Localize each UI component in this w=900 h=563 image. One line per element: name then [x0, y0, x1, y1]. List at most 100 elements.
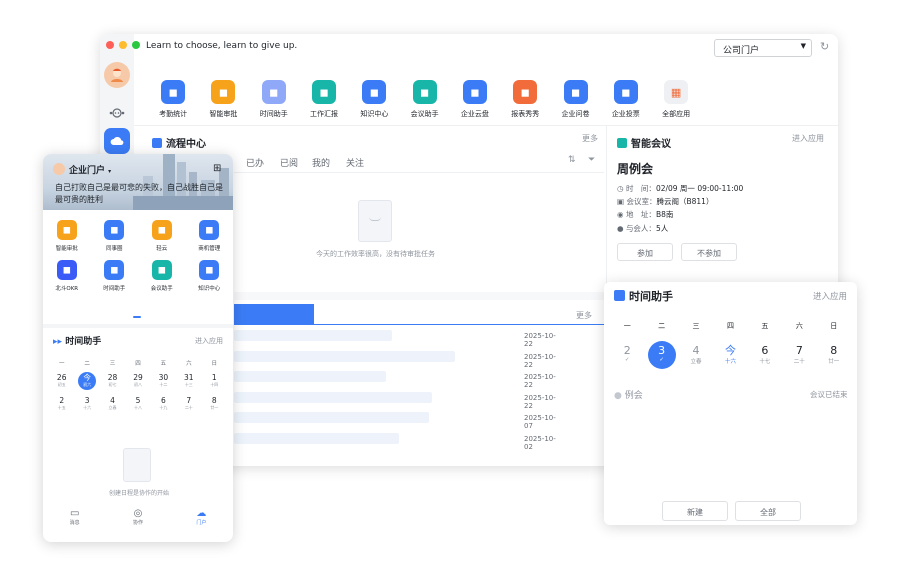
refresh-icon[interactable]: ↻: [820, 40, 829, 53]
portal-select[interactable]: 公司门户 ▼: [714, 39, 812, 57]
main-app-2[interactable]: ◼ 时间助手: [249, 80, 299, 119]
main-app-8[interactable]: ◼ 企业问卷: [550, 80, 600, 119]
calendar-day[interactable]: 28 初七: [100, 372, 125, 390]
mobile-avatar[interactable]: [53, 163, 65, 175]
calendar-day[interactable]: 8 廿一: [817, 341, 851, 369]
calendar-day[interactable]: 2 十五: [49, 395, 74, 413]
tab-read[interactable]: 已阅: [280, 156, 298, 169]
list-active-tab[interactable]: [234, 304, 314, 324]
double-chevron-icon: ▸▸: [53, 337, 63, 347]
calendar-day[interactable]: 5 十八: [125, 395, 150, 413]
portal-cloud-icon[interactable]: [104, 128, 130, 154]
decline-button[interactable]: 不参加: [681, 243, 737, 261]
main-app-10[interactable]: ▦ 全部应用: [651, 80, 701, 119]
calendar-day[interactable]: 7 二十: [176, 395, 201, 413]
weekday-label: 五: [761, 322, 769, 330]
calendar-day[interactable]: 4 立春: [100, 395, 125, 413]
user-avatar[interactable]: [104, 62, 130, 88]
list-more-link[interactable]: 更多: [576, 310, 592, 321]
calendar-day-cell: 2 ✓: [613, 341, 641, 369]
calendar-day[interactable]: 6 十九: [151, 395, 176, 413]
mobile-app-7[interactable]: ◼ 知识中心: [186, 260, 234, 292]
meeting-room-value: 腾云阁（B811）: [656, 197, 714, 207]
meeting-icon: ◼: [412, 80, 437, 104]
all-events-button[interactable]: 全部: [735, 501, 801, 521]
calendar-day[interactable]: 30 十二: [151, 372, 176, 390]
calendar-day[interactable]: 4 立春: [679, 341, 713, 369]
day-number: 今: [724, 344, 736, 357]
mobile-title[interactable]: 企业门户 ▾: [69, 163, 111, 176]
main-app-0[interactable]: ◼ 考勤统计: [148, 80, 198, 119]
calendar-day[interactable]: 6 十七: [748, 341, 782, 369]
list-item[interactable]: [234, 391, 432, 403]
tab-portal-label: 门户: [196, 520, 207, 526]
list-item[interactable]: [234, 412, 429, 423]
panel-enter-link[interactable]: 进入应用: [813, 290, 847, 302]
main-app-6[interactable]: ◼ 企业云盘: [450, 80, 500, 119]
calendar-day[interactable]: 3 十六: [74, 395, 99, 413]
mobile-app-5[interactable]: ◼ 时间助手: [91, 260, 139, 292]
calendar-day[interactable]: 8 廿一: [202, 395, 227, 413]
calendar-day-cell: 31 十三: [180, 372, 198, 390]
main-app-7[interactable]: ◼ 报表秀秀: [500, 80, 550, 119]
mobile-app-3[interactable]: ◼ 商机管理: [186, 220, 234, 252]
list-item[interactable]: [234, 371, 386, 382]
mobile-app-label: 会议助手: [150, 286, 173, 292]
weekday-label: 四: [726, 322, 734, 330]
list-item-date: 2025-10-22: [524, 332, 556, 348]
close-window-button[interactable]: [106, 41, 114, 49]
tab-collaboration[interactable]: ◎ 协作: [106, 504, 169, 542]
mobile-app-4[interactable]: ◼ 北斗OKR: [43, 260, 91, 292]
maximize-window-button[interactable]: [132, 41, 140, 49]
tab-follow[interactable]: 关注: [346, 156, 364, 169]
calendar-day[interactable]: 2 ✓: [610, 341, 644, 369]
minimize-window-button[interactable]: [119, 41, 127, 49]
calendar-day[interactable]: 今十六: [713, 341, 747, 369]
calendar-day[interactable]: 31 十三: [176, 372, 201, 390]
main-app-1[interactable]: ◼ 智能审批: [198, 80, 248, 119]
filter-icon[interactable]: ⏷: [588, 155, 595, 165]
tab-mine[interactable]: 我的: [312, 156, 330, 169]
calendar-day[interactable]: 7 二十: [782, 341, 816, 369]
tab-messages[interactable]: ▭ 消息: [43, 504, 106, 542]
main-app-3[interactable]: ◼ 工作汇报: [299, 80, 349, 119]
weekday-label: 五: [160, 361, 167, 367]
new-event-button[interactable]: 新建: [662, 501, 728, 521]
mobile-app-6[interactable]: ◼ 会议助手: [138, 260, 186, 292]
header-motto: Learn to choose, learn to give up.: [146, 41, 298, 51]
mobile-app-1[interactable]: ◼ 同事圈: [91, 220, 139, 252]
panel-event[interactable]: ● 例会: [614, 388, 643, 401]
weekday-label: 六: [186, 361, 192, 367]
list-item[interactable]: [234, 330, 393, 341]
scan-apps-icon[interactable]: ⊞: [213, 163, 221, 174]
day-number: 28: [107, 373, 118, 382]
calendar-day-cell: 29 初八: [129, 372, 147, 390]
sort-icon[interactable]: ⇅: [568, 155, 576, 165]
mobile-time-enter-link[interactable]: 进入应用: [195, 336, 223, 346]
list-item[interactable]: [234, 350, 456, 362]
calendar-icon: [614, 290, 625, 301]
collaboration-icon[interactable]: [104, 100, 130, 126]
main-app-4[interactable]: ◼ 知识中心: [349, 80, 399, 119]
calendar-day[interactable]: 3 ✓: [644, 341, 678, 369]
calendar-day[interactable]: 29 初八: [125, 372, 150, 390]
calendar-day[interactable]: 今初六: [74, 372, 99, 390]
tab-done[interactable]: 已办: [246, 156, 264, 169]
day-number: 6: [761, 344, 769, 357]
main-app-5[interactable]: ◼ 会议助手: [399, 80, 449, 119]
join-button[interactable]: 参加: [617, 243, 673, 261]
meeting-enter-link[interactable]: 进入应用: [792, 133, 824, 144]
calendar-day[interactable]: 26 初五: [49, 372, 74, 390]
weekday-label: 三: [692, 322, 700, 330]
list-item[interactable]: [234, 432, 399, 444]
mobile-app-0[interactable]: ◼ 智能审批: [43, 220, 91, 252]
mobile-app-label: 商机管理: [198, 246, 221, 252]
panel-event-status: 会议已结束: [810, 390, 848, 399]
list-tab-underline: [234, 324, 604, 325]
main-app-9[interactable]: ◼ 企业投票: [601, 80, 651, 119]
panel-day-row: 2 ✓ 3 ✓ 4 立春今十六 6 十七 7 二十 8 廿一: [610, 341, 851, 369]
mobile-app-2[interactable]: ◼ 轻云: [138, 220, 186, 252]
process-more-link[interactable]: 更多: [582, 133, 598, 144]
tab-portal[interactable]: ☁ 门户: [170, 504, 233, 542]
calendar-day[interactable]: 1 十四: [202, 372, 227, 390]
